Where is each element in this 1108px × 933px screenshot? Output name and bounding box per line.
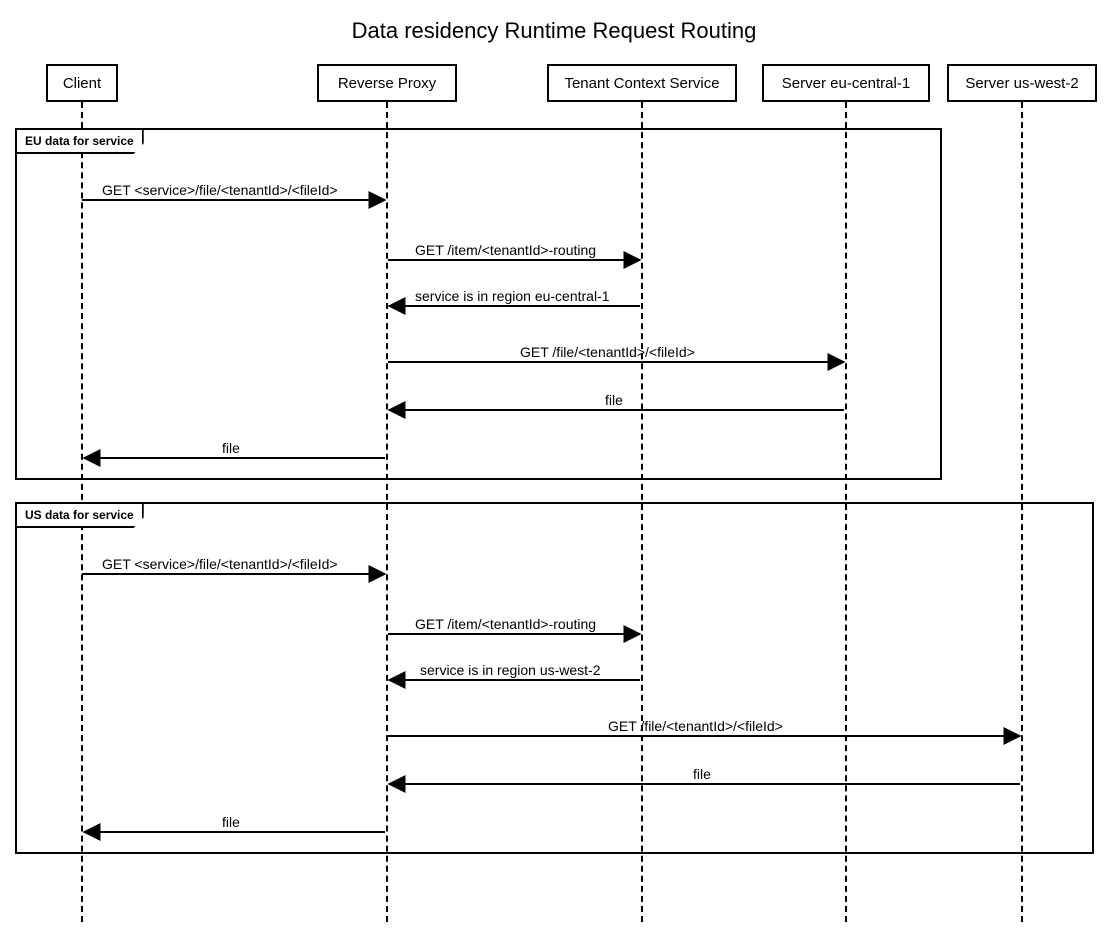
msg-proxy-client-file: file <box>222 440 240 456</box>
msg-tcs-proxy-region-us: service is in region us-west-2 <box>420 662 601 678</box>
arrows-layer <box>0 0 1108 933</box>
msg-proxy-eu-get: GET /file/<tenantId>/<fileId> <box>520 344 695 360</box>
msg-client-proxy-get: GET <service>/file/<tenantId>/<fileId> <box>102 182 338 198</box>
sequence-diagram: Data residency Runtime Request Routing C… <box>0 0 1108 933</box>
msg-eu-proxy-file: file <box>605 392 623 408</box>
msg-proxy-us-get: GET /file/<tenantId>/<fileId> <box>608 718 783 734</box>
msg-tcs-proxy-region-eu: service is in region eu-central-1 <box>415 288 610 304</box>
msg-proxy-tcs-get: GET /item/<tenantId>-routing <box>415 242 596 258</box>
msg-proxy-tcs-get-us: GET /item/<tenantId>-routing <box>415 616 596 632</box>
msg-us-proxy-file: file <box>693 766 711 782</box>
msg-proxy-client-file-us: file <box>222 814 240 830</box>
msg-client-proxy-get-us: GET <service>/file/<tenantId>/<fileId> <box>102 556 338 572</box>
